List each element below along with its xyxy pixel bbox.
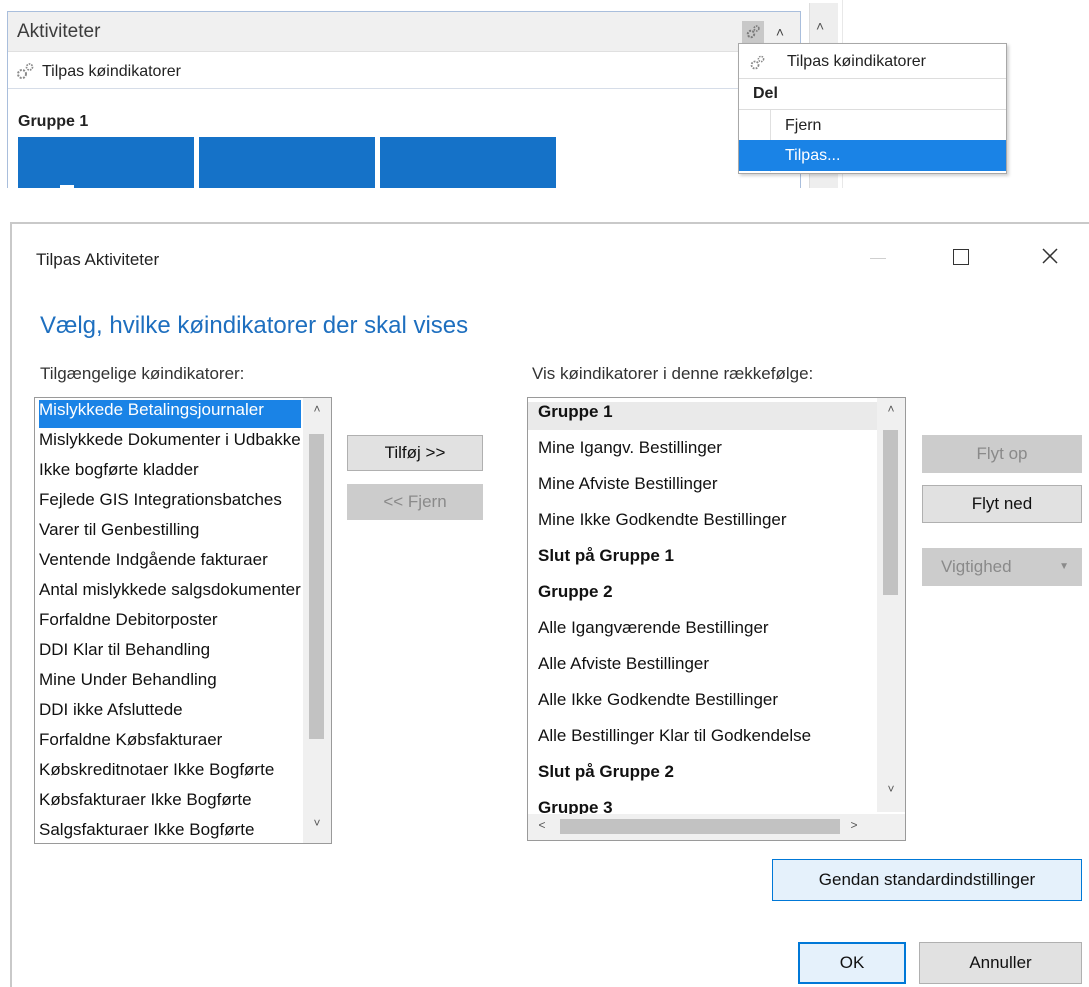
chevron-down-icon[interactable]: ˅ (303, 816, 331, 830)
collapse-button[interactable]: ˄ (770, 18, 790, 40)
priority-label: Vigtighed (941, 557, 1012, 576)
menu-item-label: Tilpas køindikatorer (787, 53, 927, 70)
scroll-thumb[interactable] (309, 434, 324, 739)
menu-item-remove[interactable]: Fjern (739, 110, 1006, 141)
chevron-up-icon[interactable]: ˄ (816, 18, 824, 34)
dialog-title: Tilpas Aktiviteter (36, 250, 160, 269)
list-item[interactable]: Mine Under Behandling (39, 670, 301, 698)
list-item[interactable]: Ikke bogførte kladder (39, 460, 301, 488)
ok-button[interactable]: OK (798, 942, 906, 984)
vertical-scrollbar[interactable]: ˄ ˅ (303, 398, 331, 843)
move-up-button[interactable]: Flyt op (922, 435, 1082, 473)
ordered-cues-list[interactable]: Gruppe 1 Mine Igangv. Bestillinger Mine Af… (527, 397, 906, 841)
customize-cues-link[interactable]: Tilpas køindikatorer (42, 63, 181, 81)
list-item[interactable]: Varer til Genbestilling (39, 520, 301, 548)
group-marker-item[interactable]: Slut på Gruppe 2 (538, 762, 873, 790)
chevron-up-icon[interactable]: ˄ (303, 402, 331, 416)
reset-defaults-button[interactable]: Gendan standardindstillinger (772, 859, 1082, 901)
list-item[interactable]: Fejlede GIS Integrationsbatches (39, 490, 301, 518)
group-marker-item[interactable]: Slut på Gruppe 1 (538, 546, 873, 574)
document-icon (406, 185, 440, 188)
priority-dropdown[interactable]: Vigtighed ▼ (922, 548, 1082, 586)
list-item[interactable]: Alle Ikke Godkendte Bestillinger (538, 690, 873, 718)
cue-tile[interactable] (380, 137, 556, 188)
chevron-up-icon[interactable]: ˄ (877, 402, 905, 416)
dialog-heading: Vælg, hvilke køindikatorer der skal vise… (40, 312, 469, 339)
maximize-button[interactable] (953, 249, 969, 265)
chevron-up-icon: ˄ (775, 24, 785, 40)
list-item[interactable]: Forfaldne Købsfakturaer (39, 730, 301, 758)
activities-panel-crop: Aktiviteter ˄ Tilpas køindikatorer Grupp… (0, 0, 1089, 188)
chevron-right-icon[interactable]: > (840, 818, 868, 832)
list-item[interactable]: Alle Igangværende Bestillinger (538, 618, 873, 646)
list-item[interactable]: Forfaldne Debitorposter (39, 610, 301, 638)
close-icon[interactable] (1040, 246, 1060, 266)
gear-icon (746, 25, 760, 39)
list-item[interactable]: Mine Afviste Bestillinger (538, 474, 873, 502)
menu-item-customize-cues[interactable]: Tilpas køindikatorer (739, 46, 1006, 77)
order-cues-label: Vis køindikatorer i denne rækkefølge: (532, 364, 814, 383)
menu-section-label: Del (753, 85, 778, 102)
list-item[interactable]: Mislykkede Betalingsjournaler (39, 400, 301, 428)
panel-settings-button[interactable] (742, 21, 764, 43)
panel-toolbar: Tilpas køindikatorer (8, 52, 800, 89)
list-item[interactable]: Antal mislykkede salgsdokumenter (39, 580, 301, 608)
chevron-down-icon: ▼ (1059, 561, 1069, 572)
gear-icon (17, 63, 34, 79)
horizontal-scrollbar[interactable]: < > (528, 814, 905, 840)
list-item[interactable]: DDI Klar til Behandling (39, 640, 301, 668)
list-item[interactable]: Købsfakturaer Ikke Bogførte (39, 790, 301, 818)
chevron-down-icon[interactable]: ˅ (877, 782, 905, 796)
available-cues-label: Tilgængelige køindikatorer: (40, 364, 245, 383)
customize-activities-dialog: Tilpas Aktiviteter Vælg, hvilke køindika… (10, 222, 1089, 987)
list-item[interactable]: Alle Afviste Bestillinger (538, 654, 873, 682)
cue-tile[interactable] (199, 137, 375, 188)
minimize-button[interactable] (870, 258, 886, 259)
list-item[interactable]: Mislykkede Dokumenter i Udbakke (39, 430, 301, 458)
context-menu: Tilpas køindikatorer Del Fjern Tilpas... (738, 43, 1007, 174)
add-button[interactable]: Tilføj >> (347, 435, 483, 471)
cancel-button[interactable]: Annuller (919, 942, 1082, 984)
menu-item-customize[interactable]: Tilpas... (739, 140, 1006, 171)
activities-panel: Aktiviteter ˄ Tilpas køindikatorer Grupp… (7, 11, 801, 188)
list-item[interactable]: Mine Igangv. Bestillinger (538, 438, 873, 466)
list-item[interactable]: Mine Ikke Godkendte Bestillinger (538, 510, 873, 538)
list-item[interactable]: DDI ikke Afsluttede (39, 700, 301, 728)
group-title: Gruppe 1 (18, 113, 89, 130)
menu-item-label: Tilpas... (785, 147, 841, 164)
list-item[interactable]: Salgsfakturaer Ikke Bogførte (39, 820, 301, 843)
list-item[interactable]: Købskreditnotaer Ikke Bogførte (39, 760, 301, 788)
menu-item-label: Fjern (785, 117, 822, 134)
arrow-document-icon (225, 185, 259, 188)
chevron-left-icon[interactable]: < (528, 818, 556, 832)
move-down-button[interactable]: Flyt ned (922, 485, 1082, 523)
scroll-thumb[interactable] (883, 430, 898, 595)
list-item[interactable]: Ventende Indgående fakturaer (39, 550, 301, 578)
panel-title: Aktiviteter (17, 21, 101, 42)
panel-header: Aktiviteter ˄ (8, 12, 800, 52)
menu-section-header: Del (739, 78, 1006, 110)
remove-button[interactable]: << Fjern (347, 484, 483, 520)
group-marker-item[interactable]: Gruppe 1 (528, 402, 883, 430)
vertical-scrollbar[interactable]: ˄ ˅ (877, 398, 905, 812)
document-icon (60, 185, 74, 188)
gear-icon (750, 55, 765, 70)
available-cues-list[interactable]: Mislykkede Betalingsjournaler Mislykkede … (34, 397, 332, 844)
list-item[interactable]: Alle Bestillinger Klar til Godkendelse (538, 726, 873, 754)
cue-tile[interactable] (18, 137, 194, 188)
scroll-thumb[interactable] (560, 819, 840, 834)
group-marker-item[interactable]: Gruppe 2 (538, 582, 873, 610)
